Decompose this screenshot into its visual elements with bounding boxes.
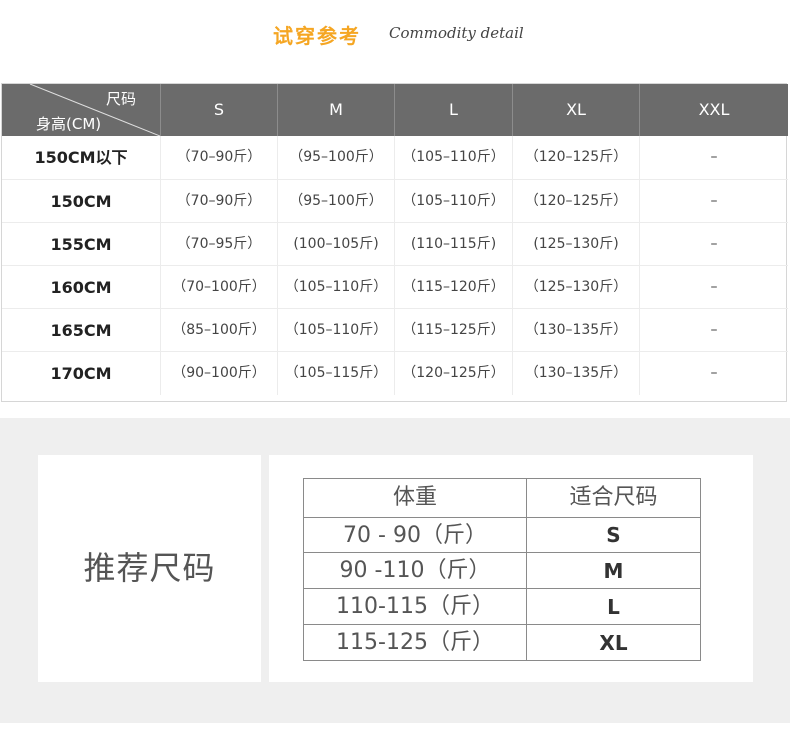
height-label: 155CM [50,235,112,254]
height-label: 150CM [50,192,112,211]
weight-range-cell: （130–135斤） [512,352,639,395]
weight-cell: 90 -110（斤） [304,553,527,588]
header-fit-size: 适合尺码 [569,485,658,510]
weight-range-cell: （105–110斤） [394,136,512,179]
size-header-xxl: XXL [639,84,788,136]
weight-cell: 115-125（斤） [304,625,527,660]
size-header-xl: XL [512,84,639,136]
recommendation-table: 体重 适合尺码 70 - 90（斤） S 90 -110（斤） M 110-115（斤）… [303,478,701,661]
weight-range-cell: – [639,136,788,179]
weight-range-cell: （85–100斤） [160,309,277,352]
weight-cell: 70 - 90（斤） [304,518,527,552]
size-cell: XL [599,631,628,655]
height-label: 160CM [50,278,112,297]
size-header-s: S [160,84,277,136]
weight-range-cell: – [639,352,788,395]
weight-range-cell: （90–100斤） [160,352,277,395]
weight-range-cell: （120–125斤） [512,180,639,223]
size-cell: M [603,559,624,583]
weight-range-cell: （105–110斤） [277,266,394,309]
size-cell: L [607,595,620,619]
size-chart-header: 尺码 身高(CM) S M L XL XXL [2,84,788,136]
weight-cell: 110-115（斤） [304,589,527,624]
weight-range-cell: （105–110斤） [394,180,512,223]
weight-range-cell: – [639,309,788,352]
recommendation-row: 115-125（斤） XL [304,624,700,660]
size-header-l: L [394,84,512,136]
weight-range-cell: （70–90斤） [160,180,277,223]
height-label: 165CM [50,321,112,340]
page-subtitle: Commodity detail [389,24,524,42]
weight-range-cell: (125–130斤) [512,223,639,266]
recommendation-table-header: 体重 适合尺码 [304,479,700,517]
table-row: 160CM （70–100斤） （105–110斤） （115–120斤） （125–1… [2,265,788,309]
page-title: 试穿参考 [273,24,361,48]
weight-range-cell: （115–125斤） [394,309,512,352]
weight-range-cell: – [639,180,788,223]
corner-label-height: 身高(CM) [36,115,102,133]
weight-range-cell: – [639,266,788,309]
recommendation-label-panel: 推荐尺码 [38,455,261,682]
weight-range-cell: (100–105斤) [277,223,394,266]
header-corner-cell: 尺码 身高(CM) [2,84,160,136]
weight-range-cell: （115–120斤） [394,266,512,309]
corner-label-size: 尺码 [105,90,136,108]
weight-range-cell: (110–115斤) [394,223,512,266]
recommendation-label: 推荐尺码 [83,549,216,587]
weight-range-cell: （125–130斤） [512,266,639,309]
weight-range-cell: （105–110斤） [277,309,394,352]
table-row: 155CM （70–95斤） (100–105斤) (110–115斤) (125–13… [2,222,788,266]
weight-range-cell: （105–115斤） [277,352,394,395]
height-label: 170CM [50,364,112,383]
table-row: 150CM以下 （70–90斤） （95–100斤） （105–110斤） （120–1… [2,136,788,179]
recommendation-row: 110-115（斤） L [304,588,700,624]
recommendation-row: 70 - 90（斤） S [304,517,700,552]
size-cell: S [606,523,621,547]
recommendation-row: 90 -110（斤） M [304,552,700,588]
weight-range-cell: （120–125斤） [394,352,512,395]
header-weight: 体重 [304,479,527,517]
page-header: 试穿参考 Commodity detail [0,14,790,54]
weight-range-cell: （95–100斤） [277,136,394,179]
weight-range-cell: （130–135斤） [512,309,639,352]
weight-range-cell: （70–100斤） [160,266,277,309]
size-chart-table: 尺码 身高(CM) S M L XL XXL 150CM以下 （70–90斤） （9… [1,83,788,402]
table-row: 170CM （90–100斤） （105–115斤） （120–125斤） （130–1… [2,351,788,395]
height-label: 150CM以下 [34,148,128,167]
weight-range-cell: （70–95斤） [160,223,277,266]
table-row: 165CM （85–100斤） （105–110斤） （115–125斤） （130–1… [2,308,788,352]
weight-range-cell: （120–125斤） [512,136,639,179]
table-row: 150CM （70–90斤） （95–100斤） （105–110斤） （120–125… [2,179,788,223]
size-header-m: M [277,84,394,136]
weight-range-cell: （70–90斤） [160,136,277,179]
weight-range-cell: – [639,223,788,266]
weight-range-cell: （95–100斤） [277,180,394,223]
